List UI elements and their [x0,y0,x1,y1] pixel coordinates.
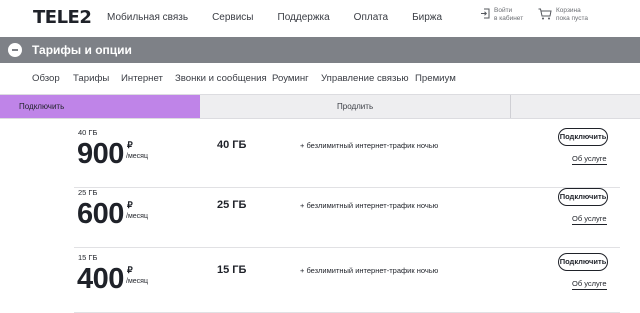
cart-line2: пока пуста [556,15,589,22]
login-link[interactable]: Войти в кабинет [481,7,523,23]
tab-tariffs[interactable]: Тарифы [73,73,109,84]
tele2-logo[interactable]: TELE2 [33,7,92,28]
about-service-link[interactable]: Об услуге [572,279,607,290]
main-nav: Мобильная связь Сервисы Поддержка Оплата… [107,12,466,23]
login-icon [481,8,490,19]
tab-connection-management[interactable]: Управление связью [321,73,409,84]
tariff-row: 15 ГБ 400 ₽ /месяц 15 ГБ + безлимитный и… [74,249,620,313]
sub-nav: Обзор Тарифы Интернет Звонки и сообщения… [0,63,640,94]
cart-icon [538,8,552,20]
row-feature: + безлимитный интернет-трафик ночью [300,141,439,150]
currency-symbol: ₽ [127,200,133,210]
login-line1: Войти [494,7,513,14]
section-titlebar: Тарифы и опции [0,37,640,63]
row-feature: + безлимитный интернет-трафик ночью [300,266,439,275]
tab-calls-messages[interactable]: Звонки и сообщения [175,73,267,84]
nav-item-exchange[interactable]: Биржа [412,12,442,23]
row-volume: 40 ГБ [78,128,98,137]
row-gb: 15 ГБ [217,264,247,276]
currency-symbol: ₽ [127,265,133,275]
segment-divider [510,95,511,118]
connect-button[interactable]: Подключить [558,253,608,271]
row-feature: + безлимитный интернет-трафик ночью [300,201,439,210]
nav-item-services[interactable]: Сервисы [212,12,253,23]
tariff-row: 25 ГБ 600 ₽ /месяц 25 ГБ + безлимитный и… [74,184,620,248]
row-volume: 15 ГБ [78,253,98,262]
about-service-link[interactable]: Об услуге [572,214,607,225]
tab-overview[interactable]: Обзор [32,73,60,84]
cart-line1: Корзина [556,7,581,14]
tab-roaming[interactable]: Роуминг [272,73,309,84]
segment-connect-label: Подключить [19,102,65,111]
row-period: /месяц [126,278,148,285]
tab-premium[interactable]: Премиум [415,73,456,84]
login-line2: в кабинет [494,15,524,22]
segment-connect[interactable]: Подключить [0,95,200,118]
cart-link[interactable]: Корзина пока пуста [538,7,588,23]
about-service-link[interactable]: Об услуге [572,154,607,165]
back-icon[interactable] [8,43,22,57]
page-title: Тарифы и опции [32,43,132,57]
row-gb: 40 ГБ [217,139,247,151]
row-price: 900 [77,138,124,170]
row-period: /месяц [126,213,148,220]
tab-internet[interactable]: Интернет [121,73,163,84]
tariff-row: 40 ГБ 900 ₽ /месяц 40 ГБ + безлимитный и… [74,124,620,188]
action-segments: Подключить Продлить [0,94,640,119]
row-volume: 25 ГБ [78,188,98,197]
row-price: 600 [77,198,124,230]
connect-button[interactable]: Подключить [558,128,608,146]
nav-item-support[interactable]: Поддержка [278,12,330,23]
segment-extend[interactable]: Продлить [337,102,373,111]
row-period: /месяц [126,153,148,160]
connect-button[interactable]: Подключить [558,188,608,206]
row-gb: 25 ГБ [217,199,247,211]
top-header: TELE2 Мобильная связь Сервисы Поддержка … [0,0,640,37]
row-price: 400 [77,263,124,295]
nav-item-payment[interactable]: Оплата [354,12,388,23]
currency-symbol: ₽ [127,140,133,150]
nav-item-mobile[interactable]: Мобильная связь [107,12,188,23]
